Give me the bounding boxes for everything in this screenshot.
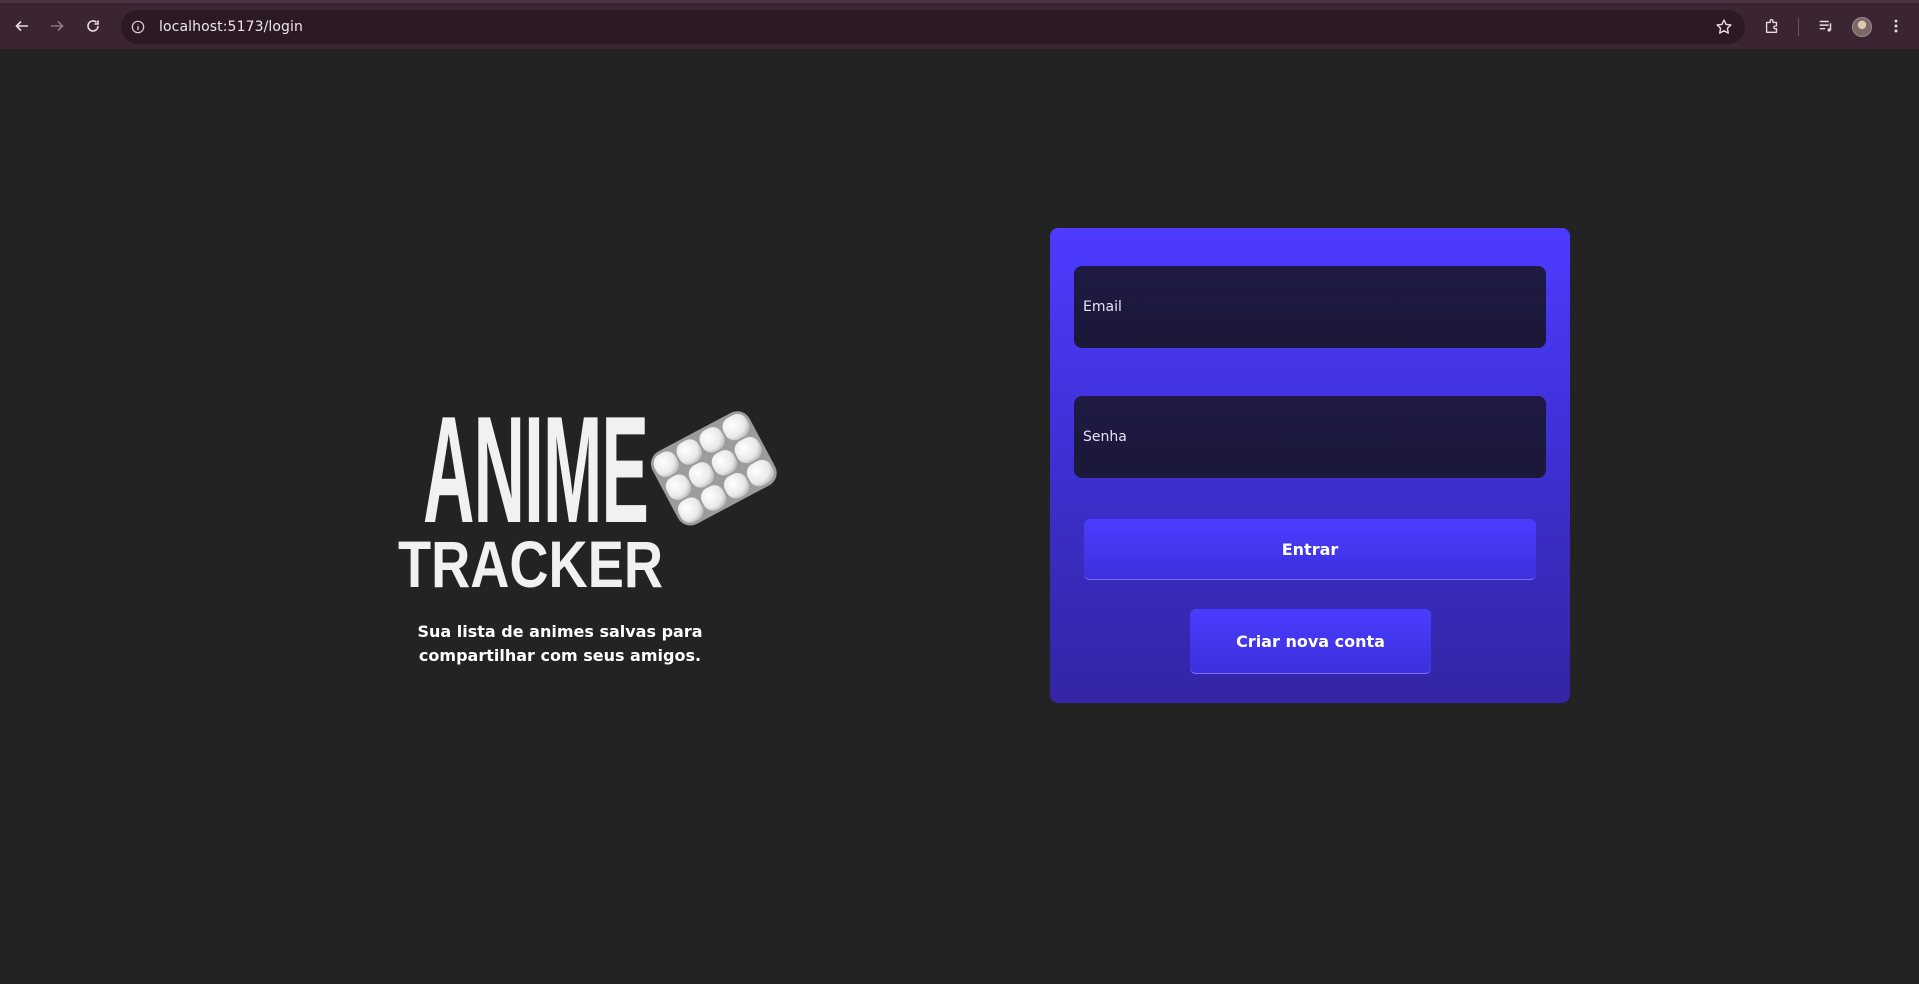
extensions-icon[interactable] [1762, 16, 1782, 36]
arrow-left-icon [15, 20, 28, 32]
reload-icon [87, 20, 99, 32]
profile-avatar[interactable] [1852, 17, 1872, 37]
login-card: Entrar Criar nova conta [1050, 228, 1570, 703]
back-button[interactable] [8, 12, 36, 40]
tagline-line-1: Sua lista de animes salvas para [417, 622, 703, 641]
login-button-label: Entrar [1281, 539, 1339, 559]
logo-tracker-text: TRACKER [398, 527, 663, 590]
menu-kebab-icon[interactable] [1886, 16, 1906, 36]
site-info-icon[interactable] [130, 19, 146, 35]
cushion-icon [650, 411, 777, 526]
media-controls-icon[interactable] [1816, 16, 1836, 36]
tagline-line-2: compartilhar com seus amigos. [418, 646, 702, 665]
arrow-right-icon [51, 20, 64, 32]
email-input[interactable] [1074, 266, 1546, 348]
app-logo: ANIME TRACKER [398, 330, 778, 590]
toolbar-divider [1798, 18, 1799, 36]
tagline: Sua lista de animes salvas para comparti… [410, 620, 710, 668]
url-text[interactable]: localhost:5173/login [159, 19, 303, 35]
reload-button[interactable] [79, 12, 107, 40]
create-account-label: Criar nova conta [1236, 631, 1385, 651]
email-field[interactable] [1074, 266, 1546, 348]
bookmark-star-icon[interactable] [1715, 18, 1733, 36]
forward-button[interactable] [43, 12, 71, 40]
login-page [0, 49, 1919, 984]
login-button[interactable]: Entrar [1084, 519, 1536, 580]
password-field[interactable] [1074, 396, 1546, 478]
create-account-button[interactable]: Criar nova conta [1190, 609, 1431, 674]
browser-toolbar: localhost:5173/login [0, 0, 1919, 49]
address-bar[interactable]: localhost:5173/login [121, 10, 1745, 44]
password-input[interactable] [1074, 396, 1546, 478]
